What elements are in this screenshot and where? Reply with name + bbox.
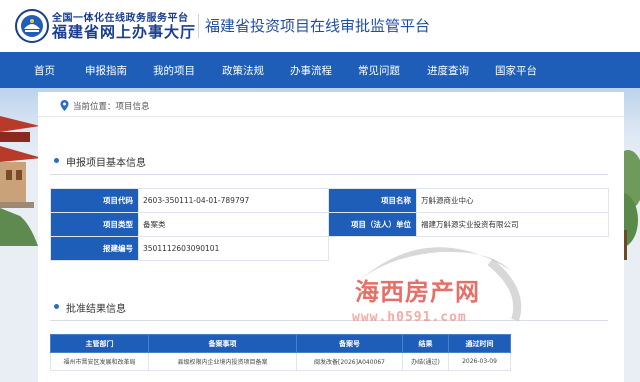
breadcrumb-divider — [38, 116, 624, 117]
logo-title[interactable]: 福建省网上办事大厅 — [52, 21, 196, 42]
result-cell: 办结(通过) — [402, 352, 449, 371]
project-type-label: 项目类型 — [50, 212, 139, 237]
project-unit-value: 福建万斛源实业投资有限公司 — [416, 212, 609, 237]
table-row: 项目代码 2603-350111-04-01-789797 项目名称 万斛源商业… — [50, 188, 609, 213]
nav-item-policies[interactable]: 政策法规 — [222, 63, 264, 78]
empty-cell — [329, 237, 417, 261]
section-bullet-icon — [54, 158, 59, 163]
header-divider — [198, 14, 199, 38]
nav-item-home[interactable]: 首页 — [34, 63, 55, 78]
empty-cell — [417, 237, 609, 261]
time-cell: 2026-03-09 — [448, 352, 511, 371]
project-unit-label: 项目（法人）单位 — [328, 212, 417, 237]
approval-result-table: 主管部门 备案事项 备案号 结果 通过时间 福州市晋安区发展和改革局 县级权限内… — [50, 334, 511, 371]
column-header-record-no: 备案号 — [296, 334, 403, 353]
column-header-result: 结果 — [402, 334, 449, 353]
record-no-cell: 闽发改备[2026]A040067 — [296, 352, 403, 371]
location-pin-icon — [60, 100, 69, 111]
main-nav: 首页 申报指南 我的项目 政策法规 办事流程 常见问题 进度查询 国家平台 — [0, 52, 640, 88]
section-divider — [50, 174, 608, 175]
government-emblem-icon — [15, 9, 49, 43]
project-code-label: 项目代码 — [50, 188, 139, 213]
site-header: 全国一体化在线政务服务平台 福建省网上办事大厅 福建省投资项目在线审批监管平台 — [0, 0, 640, 52]
site-title: 福建省投资项目在线审批监管平台 — [205, 17, 431, 35]
table-header-row: 主管部门 备案事项 备案号 结果 通过时间 — [50, 334, 511, 353]
watermark-brand: 海西房产网 — [355, 277, 480, 306]
table-row: 项目类型 备案类 项目（法人）单位 福建万斛源实业投资有限公司 — [50, 212, 609, 237]
project-code-value: 2603-350111-04-01-789797 — [138, 188, 329, 213]
watermark-url: www.h0591.com — [352, 310, 467, 325]
column-header-department: 主管部门 — [50, 334, 149, 353]
nav-item-process[interactable]: 办事流程 — [290, 63, 332, 78]
item-cell: 县级权限内企业境内投资项目备案 — [148, 352, 297, 371]
project-info-table: 项目代码 2603-350111-04-01-789797 项目名称 万斛源商业… — [50, 188, 609, 261]
pagoda-illustration — [0, 116, 42, 246]
project-type-value: 备案类 — [138, 212, 329, 237]
report-number-label: 报建编号 — [50, 236, 139, 261]
project-name-value: 万斛源商业中心 — [416, 188, 609, 213]
breadcrumb: 当前位置：项目信息 — [73, 102, 150, 112]
table-row: 福州市晋安区发展和改革局 县级权限内企业境内投资项目备案 闽发改备[2026]A… — [50, 352, 511, 371]
nav-item-progress[interactable]: 进度查询 — [427, 63, 469, 78]
department-cell: 福州市晋安区发展和改革局 — [50, 352, 149, 371]
nav-item-faq[interactable]: 常见问题 — [358, 63, 400, 78]
section-bullet-icon — [54, 304, 59, 309]
section-title-basic: 申报项目基本信息 — [66, 158, 146, 169]
section-divider — [50, 320, 608, 321]
nav-item-guide[interactable]: 申报指南 — [85, 63, 127, 78]
report-number-value: 3501112603090101 — [138, 236, 329, 261]
project-name-label: 项目名称 — [328, 188, 417, 213]
nav-item-national[interactable]: 国家平台 — [495, 63, 537, 78]
column-header-item: 备案事项 — [148, 334, 297, 353]
table-row: 报建编号 3501112603090101 — [50, 236, 609, 261]
column-header-time: 通过时间 — [448, 334, 511, 353]
nav-item-my-projects[interactable]: 我的项目 — [153, 63, 195, 78]
content-panel: 当前位置：项目信息 申报项目基本信息 项目代码 2603-350111-04-0… — [38, 92, 624, 382]
section-title-result: 批准结果信息 — [66, 304, 126, 315]
